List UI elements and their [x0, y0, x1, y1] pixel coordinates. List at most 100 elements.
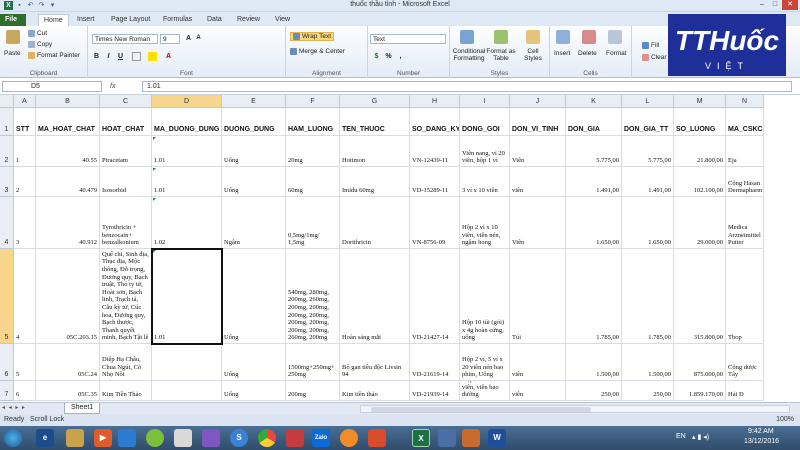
- table-cell[interactable]: 1.500,00: [622, 344, 674, 381]
- table-cell[interactable]: Piracetam: [100, 136, 152, 167]
- column-header-c[interactable]: C: [100, 95, 152, 108]
- tab-view[interactable]: View: [270, 14, 295, 26]
- spreadsheet-grid[interactable]: A B C D E F G H I J K L M N 1 STT MA_HOAT_CHAT HOAT_CHAT M…: [0, 95, 800, 402]
- table-cell[interactable]: 20mg: [286, 136, 340, 167]
- tab-page-layout[interactable]: Page Layout: [106, 14, 155, 26]
- format-as-table-button[interactable]: Format as Table: [486, 48, 516, 62]
- underline-button[interactable]: U: [116, 52, 125, 61]
- viber-icon[interactable]: [202, 429, 220, 447]
- zalo-icon[interactable]: Zalo: [312, 429, 330, 447]
- column-header-l[interactable]: L: [622, 95, 674, 108]
- column-header-m[interactable]: M: [674, 95, 726, 108]
- header-cell[interactable]: HOAT_CHAT: [100, 108, 152, 136]
- tab-formulas[interactable]: Formulas: [158, 14, 197, 26]
- column-header-a[interactable]: A: [14, 95, 36, 108]
- name-box[interactable]: D5: [2, 81, 102, 92]
- app-orange-icon[interactable]: [340, 429, 358, 447]
- table-cell[interactable]: Hải Đ: [726, 381, 764, 401]
- sheet-tab-sheet1[interactable]: Sheet1: [64, 403, 101, 414]
- table-cell[interactable]: Hotimon: [340, 136, 410, 167]
- column-header-i[interactable]: I: [460, 95, 510, 108]
- grow-font-icon[interactable]: A: [184, 34, 193, 43]
- folder-icon[interactable]: [66, 429, 84, 447]
- app-brown-icon[interactable]: [462, 429, 480, 447]
- table-cell[interactable]: Bổ gan tiêu độc Livsin 94: [340, 344, 410, 381]
- header-cell[interactable]: DUONG_DUNG: [222, 108, 286, 136]
- table-cell[interactable]: 5.775,00: [622, 136, 674, 167]
- table-cell[interactable]: Xích thược, Phục linh, Ngưu tất, Quế chi…: [100, 249, 152, 344]
- font-family-select[interactable]: Times New Roman: [92, 34, 158, 44]
- table-cell[interactable]: 1.500,00: [566, 344, 622, 381]
- table-cell[interactable]: 1.01: [152, 249, 222, 344]
- cell-styles-button[interactable]: Cell Styles: [518, 48, 548, 62]
- header-cell[interactable]: DONG_GOI: [460, 108, 510, 136]
- error-indicator-icon[interactable]: [153, 168, 156, 171]
- column-header-f[interactable]: F: [286, 95, 340, 108]
- row-header-2[interactable]: 2: [0, 136, 14, 167]
- currency-icon[interactable]: $: [372, 52, 381, 61]
- table-cell[interactable]: VD-15289-11: [410, 167, 460, 197]
- maximize-button[interactable]: □: [769, 0, 781, 10]
- table-cell[interactable]: 250,00: [622, 381, 674, 401]
- tab-home[interactable]: Home: [38, 14, 69, 26]
- table-cell[interactable]: Eja: [726, 136, 764, 167]
- table-cell[interactable]: Dorithricin: [340, 197, 410, 249]
- tray-icons[interactable]: ▴ ▮ ◂): [692, 433, 709, 441]
- table-cell[interactable]: Imidu 60mg: [340, 167, 410, 197]
- font-color-icon[interactable]: A: [164, 52, 173, 61]
- table-cell[interactable]: 1.491,00: [622, 167, 674, 197]
- borders-icon[interactable]: [132, 52, 141, 61]
- table-cell[interactable]: 40.55: [36, 136, 100, 167]
- table-cell[interactable]: 1.491,00: [566, 167, 622, 197]
- table-cell[interactable]: Uống: [222, 344, 286, 381]
- paste-button[interactable]: Paste: [4, 50, 21, 57]
- skype-icon[interactable]: S: [230, 429, 248, 447]
- media-player-icon[interactable]: ▶: [94, 429, 112, 447]
- table-cell[interactable]: Kim Tiền Thảo: [100, 381, 152, 401]
- table-cell[interactable]: viên: [510, 344, 566, 381]
- chrome-icon[interactable]: [258, 429, 276, 447]
- table-cell[interactable]: 1.650,00: [622, 197, 674, 249]
- clock-time[interactable]: 9:42 AM: [748, 428, 774, 435]
- insert-cells-button[interactable]: Insert: [554, 50, 570, 57]
- cut-button[interactable]: Cut: [28, 30, 47, 37]
- clock-date[interactable]: 13/12/2016: [744, 438, 779, 445]
- bold-button[interactable]: B: [92, 52, 101, 61]
- header-cell[interactable]: TEN_THUOC: [340, 108, 410, 136]
- teamviewer-icon[interactable]: [118, 429, 136, 447]
- table-cell[interactable]: 40.479: [36, 167, 100, 197]
- table-cell[interactable]: VD-21427-14: [410, 249, 460, 344]
- word-taskbar-icon[interactable]: W: [488, 429, 506, 447]
- table-cell[interactable]: 1.650,00: [566, 197, 622, 249]
- app-red-icon[interactable]: [286, 429, 304, 447]
- app-green-icon[interactable]: [146, 429, 164, 447]
- table-cell[interactable]: [152, 344, 222, 381]
- app-blue-icon[interactable]: [438, 429, 456, 447]
- select-all-corner[interactable]: [0, 95, 14, 108]
- table-cell[interactable]: 05C.24: [36, 344, 100, 381]
- row-header-7[interactable]: 7: [0, 381, 14, 401]
- column-header-h[interactable]: H: [410, 95, 460, 108]
- table-cell[interactable]: VN-8756-09: [410, 197, 460, 249]
- header-cell[interactable]: DON_VI_TINH: [510, 108, 566, 136]
- table-cell[interactable]: 875.000,00: [674, 344, 726, 381]
- table-cell[interactable]: 1: [14, 136, 36, 167]
- table-cell[interactable]: 3 vỉ x 10 viên: [460, 167, 510, 197]
- ie-icon[interactable]: e: [36, 429, 54, 447]
- header-cell[interactable]: SO_DANG_KY: [410, 108, 460, 136]
- table-cell[interactable]: 6: [14, 381, 36, 401]
- table-cell[interactable]: VN-12439-11: [410, 136, 460, 167]
- column-header-b[interactable]: B: [36, 95, 100, 108]
- format-painter-button[interactable]: Format Painter: [28, 52, 80, 59]
- table-cell[interactable]: VD-21939-14: [410, 381, 460, 401]
- column-header-n[interactable]: N: [726, 95, 764, 108]
- column-header-j[interactable]: J: [510, 95, 566, 108]
- header-cell[interactable]: MA_CSKCB: [726, 108, 764, 136]
- table-cell[interactable]: 1.02: [152, 197, 222, 249]
- wrap-text-button[interactable]: Wrap Text: [290, 32, 335, 42]
- table-cell[interactable]: 1500mg+250mg+ 250mg: [286, 344, 340, 381]
- table-cell[interactable]: Medica Arzneimittel Putter: [726, 197, 764, 249]
- table-cell[interactable]: 1.785,00: [566, 249, 622, 344]
- table-cell[interactable]: Uống: [222, 136, 286, 167]
- table-cell[interactable]: 5.775,00: [566, 136, 622, 167]
